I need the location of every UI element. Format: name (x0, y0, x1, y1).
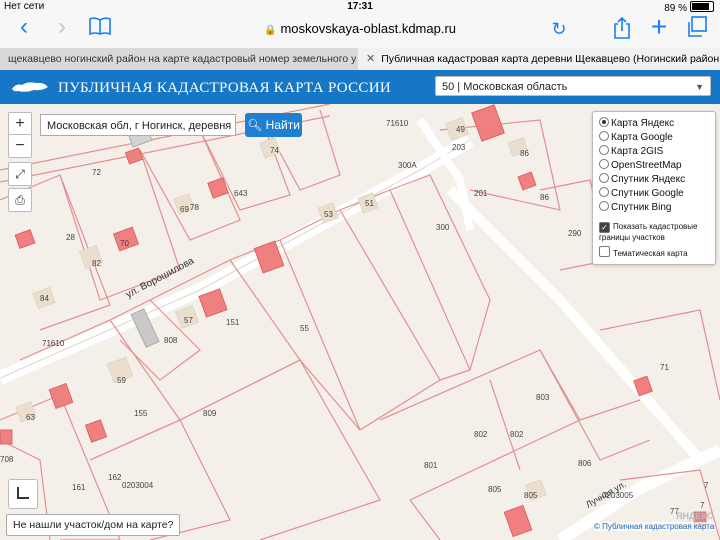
new-tab-icon[interactable]: + (645, 13, 673, 41)
tabs-icon[interactable] (683, 16, 711, 42)
parcel-label: 86 (540, 193, 549, 202)
parcel-label: 82 (92, 259, 101, 268)
find-button[interactable]: 🔍︎ Найти (245, 113, 302, 137)
parcel-label: 71610 (386, 119, 409, 128)
ruler-icon[interactable] (8, 479, 38, 509)
battery-icon (690, 1, 714, 12)
not-found-button[interactable]: Не нашли участок/дом на карте? (6, 514, 181, 536)
parcel-label: 7 (704, 481, 709, 490)
fullscreen-icon[interactable]: ⤢ (8, 162, 32, 186)
layer-2gis-map[interactable]: Карта 2GIS (599, 145, 663, 158)
parcel-label: 84 (40, 294, 49, 303)
radio-icon[interactable] (599, 201, 609, 211)
parcel-label: 802 (474, 430, 488, 439)
site-title[interactable]: ПУБЛИЧНАЯ КАДАСТРОВАЯ КАРТА РОССИИ (58, 80, 391, 97)
parcel-label: 151 (226, 318, 240, 327)
parcel-label: 69 (180, 205, 189, 214)
radio-icon[interactable] (599, 187, 609, 197)
parcel-label: 809 (203, 409, 217, 418)
tab-kadastr[interactable]: ✕ Публичная кадастровая карта деревни Щек… (358, 48, 720, 70)
parcel-label: 806 (578, 459, 592, 468)
address-bar[interactable]: 🔒 moskovskaya-oblast.kdmap.ru (245, 21, 475, 37)
close-icon[interactable]: ✕ (366, 53, 375, 65)
parcel-label: 201 (474, 189, 488, 198)
checkbox-icon[interactable]: ✓ (599, 222, 610, 233)
tab-strip: щекавцево ногинский район на карте кадас… (0, 48, 720, 71)
parcel-label: 55 (300, 324, 309, 333)
parcel-label: 7 (700, 501, 705, 510)
russia-logo-icon[interactable] (10, 79, 50, 100)
parcel-label: 643 (234, 189, 248, 198)
attribution-link[interactable]: © Публичная кадастровая карта (594, 522, 715, 531)
tab-label: Публичная кадастровая карта деревни Щека… (381, 53, 720, 65)
layer-google-sat[interactable]: Спутник Google (599, 187, 684, 200)
parcel-label: 0203004 (122, 481, 154, 490)
parcel-label: 71610 (42, 339, 65, 348)
parcel-label: 300 (436, 223, 450, 232)
parcel-label: 28 (66, 233, 75, 242)
radio-icon[interactable] (599, 117, 609, 127)
layer-yandex-sat[interactable]: Спутник Яндекс (599, 173, 685, 186)
parcel-label: 70 (120, 239, 129, 248)
radio-icon[interactable] (599, 173, 609, 183)
radio-icon[interactable] (599, 131, 609, 141)
parcel-label: 203 (452, 143, 466, 152)
search-icon: 🔍︎ (247, 118, 266, 132)
region-select[interactable]: 50 | Московская область ▼ (435, 76, 711, 96)
tab-label: щекавцево ногинский район на карте кадас… (8, 53, 356, 65)
parcel-label: 78 (190, 203, 199, 212)
forward-icon[interactable]: › (48, 14, 76, 40)
battery-indicator: 89 % (664, 1, 714, 14)
parcel-label: 0203005 (602, 491, 634, 500)
parcel-label: 808 (164, 336, 178, 345)
tab-search[interactable]: щекавцево ногинский район на карте кадас… (0, 48, 356, 70)
parcel-label: 74 (270, 146, 279, 155)
lock-icon: 🔒 (263, 25, 277, 36)
yandex-watermark: ЯНДЕКС (676, 511, 714, 521)
back-icon[interactable]: ‹ (10, 14, 38, 40)
layer-osm[interactable]: OpenStreetMap (599, 159, 682, 172)
layer-bing-sat[interactable]: Спутник Bing (599, 201, 672, 214)
search-input[interactable]: Московская обл, г Ногинск, деревня Щє (40, 114, 236, 136)
parcel-label: 162 (108, 473, 122, 482)
parcel-label: 63 (26, 413, 35, 422)
parcel-label: 155 (134, 409, 148, 418)
parcel-label: 53 (324, 210, 333, 219)
parcel-label: 803 (536, 393, 550, 402)
parcel-label: 51 (365, 199, 374, 208)
layer-google-map[interactable]: Карта Google (599, 131, 673, 144)
clock: 17:31 (347, 1, 373, 12)
parcel-label: 161 (72, 483, 86, 492)
parcel-label: 57 (184, 316, 193, 325)
parcel-label: 805 (488, 485, 502, 494)
parcel-label: 805 (524, 491, 538, 500)
radio-icon[interactable] (599, 159, 609, 169)
layer-yandex-map[interactable]: Карта Яндекс (599, 117, 674, 130)
bookmarks-icon[interactable] (86, 16, 114, 42)
parcel-label: 708 (0, 455, 14, 464)
thematic-map-toggle[interactable]: Тематическая карта (599, 246, 688, 259)
reload-icon[interactable]: ↻ (545, 16, 573, 42)
parcel-label: 300A (398, 161, 417, 170)
parcel-label: 59 (117, 376, 126, 385)
radio-icon[interactable] (599, 145, 609, 155)
parcel-label: 290 (568, 229, 582, 238)
chevron-down-icon: ▼ (695, 82, 704, 92)
print-icon[interactable]: ⎙ (8, 188, 32, 212)
parcel-label: 72 (92, 168, 101, 177)
parcel-label: 802 (510, 430, 524, 439)
url-text: moskovskaya-oblast.kdmap.ru (280, 21, 457, 36)
show-boundaries-toggle[interactable]: ✓ Показать кадастровые границы участков (599, 222, 711, 244)
zoom-out-button[interactable]: − (8, 134, 32, 158)
layer-switcher: Карта Яндекс Карта Google Карта 2GIS Ope… (592, 111, 716, 265)
status-bar: Нет сети 17:31 89 % (0, 0, 720, 14)
parcel-label: 801 (424, 461, 438, 470)
parcel-label: 86 (520, 149, 529, 158)
parcel-label: 49 (456, 125, 465, 134)
checkbox-icon[interactable] (599, 246, 610, 257)
share-icon[interactable] (608, 16, 636, 42)
parcel-label: 71 (660, 363, 669, 372)
zoom-in-button[interactable]: + (8, 112, 32, 136)
